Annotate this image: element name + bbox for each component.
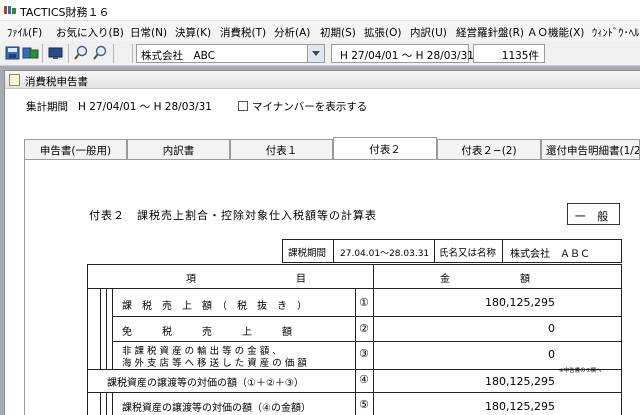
tab-appendix-1[interactable]: 付表１ — [230, 139, 333, 159]
chevron-down-icon[interactable] — [307, 45, 324, 62]
row-3-label-line2: 海 外 支 店 等 へ 移 送 し た 資 産 の 価 額 — [122, 358, 307, 369]
period-display: H 27/04/01 〜 H 28/03/31 — [331, 44, 474, 63]
record-count-value: 1135件 — [501, 50, 539, 62]
menu-initial[interactable]: 初期(S) — [320, 25, 356, 40]
transfer-icon[interactable] — [22, 45, 39, 61]
menu-file[interactable]: ﾌｧｲﾙ(F) — [7, 25, 42, 40]
column-header-item: 項 目 — [186, 274, 306, 285]
summary-period: 集計期間 H 27/04/01 〜 H 28/03/31 — [26, 99, 212, 114]
row-4-number: ④ — [359, 373, 369, 386]
zoom-in-icon[interactable] — [73, 45, 90, 61]
row-1-amount[interactable]: 180,125,295 — [482, 296, 555, 309]
mynumber-checkbox[interactable] — [238, 101, 248, 111]
column-header-amount: 金 額 — [440, 274, 530, 285]
row-4-amount[interactable]: 180,125,295 — [482, 375, 555, 388]
menu-favorites[interactable]: お気に入り(B) — [56, 25, 124, 40]
menu-breakdown[interactable]: 内訳(U) — [410, 25, 447, 40]
tax-period-value: 27.04.01〜28.03.31 — [340, 249, 430, 259]
app-logo-icon — [3, 4, 17, 16]
app-title: TACTICS財務１６ — [20, 6, 110, 19]
period-display-value: H 27/04/01 〜 H 28/03/31 — [340, 50, 474, 62]
row-5-label: 課税資産の譲渡等の対価の額（④の金額） — [122, 403, 311, 414]
zoom-out-icon[interactable] — [92, 45, 109, 61]
tab-breakdown[interactable]: 内訳書 — [127, 139, 230, 159]
document-icon — [9, 74, 20, 86]
row-1-number: ① — [359, 296, 369, 309]
form-tabs: 申告書(一般用) 内訳書 付表１ 付表２ 付表２−(2) 還付申告明細書(1/2… — [24, 137, 640, 159]
menu-daily[interactable]: 日常(N) — [130, 25, 167, 40]
row-2-amount[interactable]: 0 — [482, 322, 555, 335]
row-5-amount[interactable]: 180,125,295 — [482, 400, 555, 413]
name-value: 株式会社 ＡＢＣ — [510, 249, 590, 260]
general-badge: 一 般 — [567, 203, 620, 225]
menu-bar: ﾌｧｲﾙ(F) お気に入り(B) 日常(N) 決算(K) 消費税(T) 分析(A… — [0, 21, 640, 41]
tab-return-general[interactable]: 申告書(一般用) — [24, 139, 127, 159]
menu-analysis[interactable]: 分析(A) — [274, 25, 310, 40]
name-value-cell: 株式会社 ＡＢＣ — [502, 239, 622, 263]
monitor-icon[interactable] — [47, 45, 64, 61]
tab-appendix-2-2[interactable]: 付表２−(2) — [437, 139, 541, 159]
menu-window-help[interactable]: ｳｨﾝﾄﾞｳ･ﾍﾙ — [592, 25, 639, 40]
menu-closing[interactable]: 決算(K) — [175, 25, 211, 40]
mynumber-label: マイナンバーを表示する — [252, 101, 368, 113]
menu-ao-functions[interactable]: ＡＯ機能(X) — [527, 25, 584, 40]
row-3-amount[interactable]: 0 — [482, 348, 555, 361]
tax-period-label: 課税期間 — [288, 248, 327, 259]
row-2-label: 免 税 売 上 額 — [122, 327, 292, 338]
toolbar: 株式会社 ABC H 27/04/01 〜 H 28/03/31 1135件 — [0, 41, 640, 66]
name-label-cell: 氏名又は名称 — [434, 239, 503, 263]
tab-refund-statement[interactable]: 還付申告明細書(1/2) — [541, 139, 640, 159]
row-4-note: ※申告書の⑤欄へ — [559, 368, 602, 374]
document-titlebar: 消費税申告書 — [5, 71, 640, 89]
summary-period-label: 集計期間 — [26, 101, 68, 113]
app-titlebar: TACTICS財務１６ — [0, 0, 640, 21]
row-1-label: 課 税 売 上 額 （ 税 抜 き ） — [122, 301, 307, 312]
company-select[interactable]: 株式会社 ABC — [136, 44, 325, 63]
row-2-number: ② — [359, 322, 369, 335]
name-label: 氏名又は名称 — [439, 248, 497, 259]
mynumber-toggle[interactable]: マイナンバーを表示する — [238, 99, 367, 114]
tax-period-label-cell: 課税期間 — [282, 239, 334, 263]
document-title: 消費税申告書 — [25, 76, 88, 88]
company-select-value: 株式会社 ABC — [141, 50, 216, 62]
record-count: 1135件 — [473, 44, 545, 63]
form-title: 付表２ 課税売上割合・控除対象仕入税額等の計算表 — [89, 209, 377, 222]
row-5-number: ⑤ — [359, 398, 369, 411]
tax-period-value-cell: 27.04.01〜28.03.31 — [333, 239, 435, 263]
tab-appendix-2[interactable]: 付表２ — [333, 137, 437, 159]
menu-consumption-tax[interactable]: 消費税(T) — [220, 25, 266, 40]
row-3-number: ③ — [359, 347, 369, 360]
menu-management-compass[interactable]: 経営羅針盤(R) — [456, 25, 524, 40]
row-4-label: 課税資産の譲渡等の対価の額（①＋②＋③） — [107, 378, 304, 389]
summary-period-value: H 27/04/01 〜 H 28/03/31 — [78, 101, 212, 113]
save-icon[interactable] — [4, 45, 21, 61]
menu-extension[interactable]: 拡張(O) — [364, 25, 401, 40]
